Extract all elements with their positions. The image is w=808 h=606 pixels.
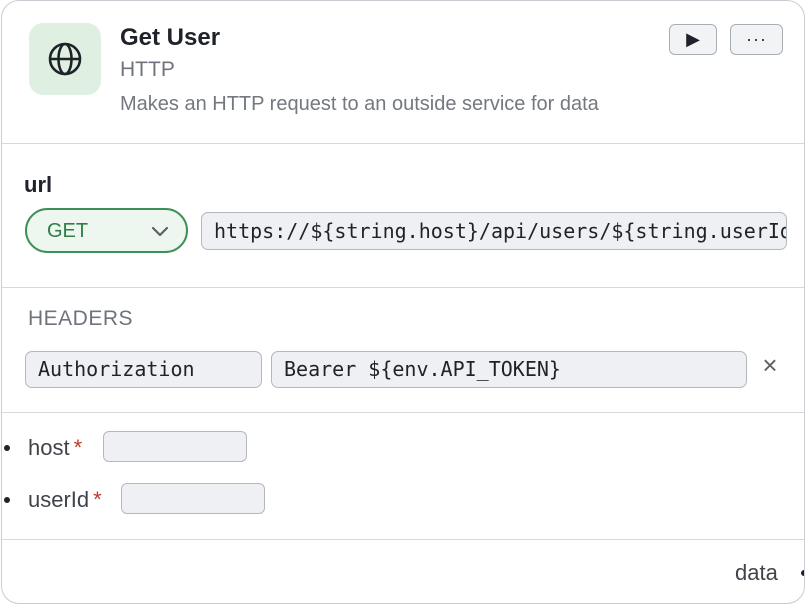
url-input[interactable]: https://${string.host}/api/users/${strin… (201, 212, 787, 250)
output-label: data (735, 560, 778, 585)
url-label: url (24, 172, 53, 197)
more-options-button[interactable]: ··· (730, 24, 783, 55)
input-param-label: host * (28, 435, 83, 460)
more-icon: ··· (746, 29, 767, 49)
node-header: Get User HTTP Makes an HTTP request to a… (2, 1, 804, 144)
http-method-value: GET (47, 220, 89, 242)
host-input[interactable] (103, 431, 247, 462)
node-type-label: HTTP (120, 58, 175, 81)
header-value-input[interactable]: Bearer ${env.API_TOKEN} (271, 351, 747, 388)
output-port-data[interactable] (801, 570, 804, 576)
input-param-label: userId * (28, 487, 102, 512)
input-param-row-host: host * (2, 431, 804, 465)
globe-icon (48, 42, 82, 76)
run-button[interactable]: ▶ (669, 24, 717, 55)
input-port-userid[interactable] (4, 497, 10, 503)
headers-section-label: HEADERS (28, 307, 134, 330)
section-divider (2, 143, 804, 144)
http-node-card[interactable]: Get User HTTP Makes an HTTP request to a… (1, 0, 805, 604)
play-icon: ▶ (686, 29, 700, 49)
node-title: Get User (120, 24, 221, 51)
section-divider (2, 412, 804, 413)
close-icon: × (762, 349, 778, 380)
section-divider (2, 539, 804, 540)
input-param-row-userid: userId * (2, 483, 804, 517)
input-port-host[interactable] (4, 445, 10, 451)
chevron-down-icon (151, 226, 169, 237)
node-description: Makes an HTTP request to an outside serv… (120, 93, 599, 115)
required-indicator: * (93, 487, 102, 512)
remove-header-button[interactable]: × (758, 349, 782, 380)
node-icon-container (29, 23, 101, 95)
required-indicator: * (73, 435, 83, 460)
header-key-input[interactable]: Authorization (25, 351, 262, 388)
userid-input[interactable] (121, 483, 265, 514)
section-divider (2, 287, 804, 288)
http-method-select[interactable]: GET (25, 208, 188, 253)
